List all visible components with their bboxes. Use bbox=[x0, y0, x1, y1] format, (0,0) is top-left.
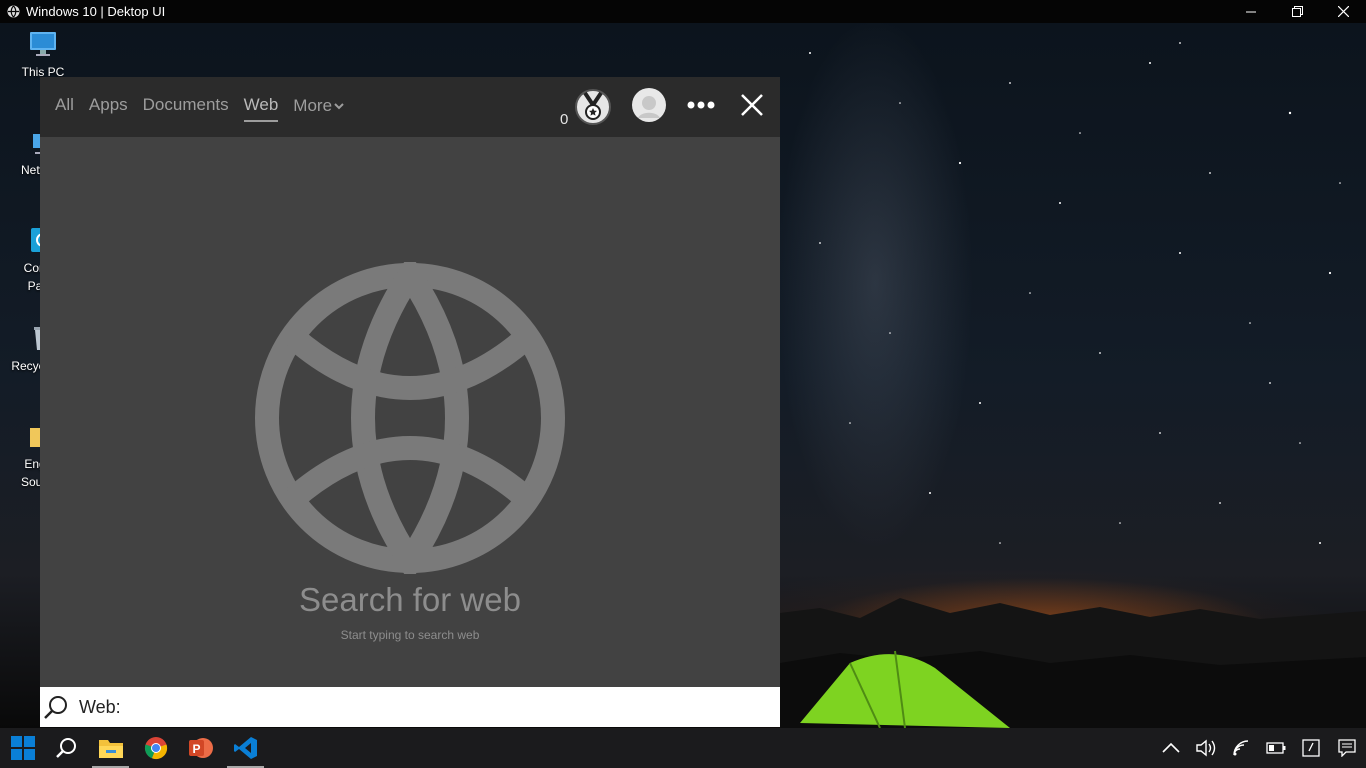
tab-web[interactable]: Web bbox=[243, 95, 279, 122]
globe-icon bbox=[255, 262, 565, 574]
minimize-button[interactable] bbox=[1228, 0, 1274, 23]
window-titlebar: Windows 10 | Dektop UI bbox=[0, 0, 1366, 23]
taskbar-powerpoint[interactable]: P bbox=[178, 728, 223, 768]
tab-more[interactable]: More bbox=[293, 95, 344, 122]
file-explorer-icon bbox=[98, 740, 123, 758]
medal-icon bbox=[575, 89, 611, 125]
vscode-icon bbox=[233, 737, 257, 759]
search-panel-header: All Apps Documents Web More 0 bbox=[40, 77, 780, 137]
search-scope-label: Web: bbox=[79, 696, 121, 717]
network-button[interactable] bbox=[1225, 728, 1259, 768]
show-hidden-icons-button[interactable] bbox=[1154, 728, 1188, 768]
volume-icon bbox=[1196, 739, 1216, 757]
start-button[interactable] bbox=[0, 728, 45, 768]
notifications-icon bbox=[1338, 739, 1356, 757]
close-search-button[interactable] bbox=[740, 93, 764, 122]
account-button[interactable] bbox=[631, 87, 667, 128]
close-window-button[interactable] bbox=[1320, 0, 1366, 23]
chevron-down-icon bbox=[334, 103, 344, 110]
avatar-icon bbox=[632, 88, 666, 122]
empty-state-subtitle: Start typing to search web bbox=[340, 628, 480, 642]
svg-text:P: P bbox=[192, 742, 200, 756]
search-input[interactable] bbox=[126, 695, 780, 719]
desktop-icon-this-pc[interactable]: This PC bbox=[8, 28, 78, 81]
action-center-button[interactable] bbox=[1330, 728, 1364, 768]
battery-button[interactable] bbox=[1259, 728, 1293, 768]
tab-all[interactable]: All bbox=[55, 95, 74, 122]
ellipsis-icon bbox=[687, 101, 715, 109]
chevron-up-icon bbox=[1162, 742, 1180, 753]
rewards-button[interactable] bbox=[573, 87, 613, 132]
tab-documents[interactable]: Documents bbox=[143, 95, 229, 122]
taskbar-file-explorer[interactable] bbox=[88, 728, 133, 768]
search-icon bbox=[55, 738, 76, 758]
tab-apps[interactable]: Apps bbox=[89, 95, 128, 122]
search-bar: Web: bbox=[40, 687, 780, 727]
search-scope-tabs: All Apps Documents Web More bbox=[55, 95, 344, 122]
taskbar-chrome[interactable] bbox=[133, 728, 178, 768]
restore-button[interactable] bbox=[1274, 0, 1320, 23]
tab-more-label: More bbox=[293, 96, 333, 115]
search-icon bbox=[43, 694, 69, 720]
chrome-icon bbox=[144, 737, 167, 760]
taskbar-search-button[interactable] bbox=[43, 728, 88, 768]
notes-button[interactable] bbox=[1294, 728, 1328, 768]
battery-icon bbox=[1266, 742, 1286, 754]
taskbar-vscode[interactable] bbox=[223, 728, 268, 768]
search-panel: All Apps Documents Web More 0 Search for… bbox=[40, 77, 780, 727]
volume-button[interactable] bbox=[1189, 728, 1223, 768]
taskbar: P bbox=[0, 728, 1366, 768]
computer-icon bbox=[30, 32, 56, 56]
windows-logo-icon bbox=[10, 736, 35, 760]
window-title: Windows 10 | Dektop UI bbox=[26, 4, 166, 19]
close-icon bbox=[741, 94, 763, 116]
notes-icon bbox=[1302, 739, 1320, 757]
powerpoint-icon: P bbox=[188, 738, 213, 758]
globe-app-icon bbox=[7, 5, 20, 18]
reward-count: 0 bbox=[560, 111, 569, 128]
more-options-button[interactable] bbox=[687, 97, 715, 115]
web-empty-state: Search for web Start typing to search we… bbox=[40, 137, 780, 687]
wifi-icon bbox=[1233, 740, 1249, 756]
empty-state-title: Search for web bbox=[299, 581, 521, 618]
